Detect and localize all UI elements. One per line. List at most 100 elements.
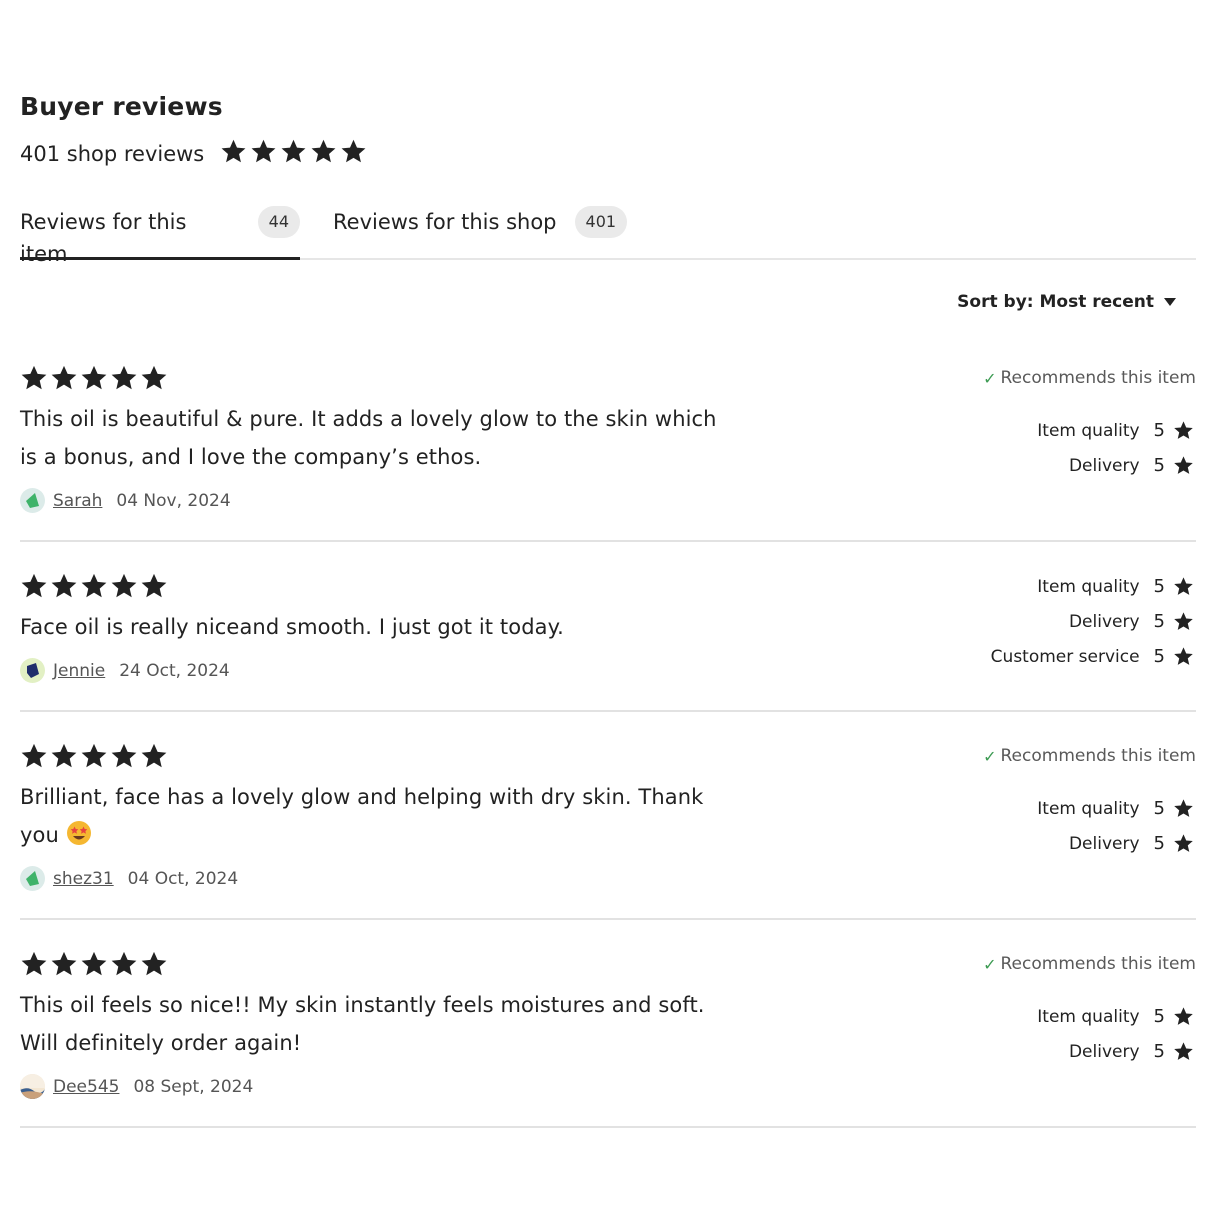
star-icon: [110, 742, 138, 774]
star-icon: [80, 950, 108, 982]
star-icon: [1173, 646, 1194, 667]
review-meta: Jennie 24 Oct, 2024: [20, 658, 230, 683]
review-meta: Dee545 08 Sept, 2024: [20, 1074, 253, 1099]
reviewer-name-link[interactable]: Dee545: [53, 1077, 119, 1097]
rating-row-item-quality: Item quality 5: [991, 569, 1194, 604]
star-icon: [110, 950, 138, 982]
tab-label: Reviews for this item: [20, 210, 187, 266]
avatar[interactable]: [20, 488, 45, 513]
star-icon: [280, 138, 307, 169]
check-icon: ✓: [983, 746, 997, 766]
star-icon: [1173, 576, 1194, 597]
avatar[interactable]: [20, 866, 45, 891]
rating-label: Delivery: [1068, 611, 1140, 632]
review-item: This oil is beautiful & pure. It adds a …: [20, 360, 1196, 542]
rating-row-customer-service: Customer service 5: [991, 639, 1194, 674]
star-icon: [20, 950, 48, 982]
active-tab-indicator: [20, 257, 300, 260]
tab-count-badge: 44: [257, 206, 300, 238]
star-struck-emoji-icon: [66, 820, 92, 846]
star-icon: [50, 742, 78, 774]
rating-label: Item quality: [1037, 1006, 1140, 1027]
rating-value: 5: [1153, 833, 1165, 854]
review-meta: shez31 04 Oct, 2024: [20, 866, 238, 891]
rating-label: Delivery: [1068, 1041, 1140, 1062]
review-text: This oil is beautiful & pure. It adds a …: [20, 407, 717, 469]
rating-value: 5: [1153, 455, 1165, 476]
star-icon: [250, 138, 277, 169]
rating-value: 5: [1153, 1006, 1165, 1027]
star-icon: [1173, 611, 1194, 632]
rating-row-item-quality: Item quality 5: [1037, 791, 1194, 826]
star-icon: [140, 950, 168, 982]
review-text: This oil feels so nice!! My skin instant…: [20, 993, 705, 1055]
rating-row-item-quality: Item quality 5: [1037, 413, 1194, 448]
avatar[interactable]: [20, 658, 45, 683]
recommends-label: Recommends this item: [1000, 954, 1197, 974]
rating-row-delivery: Delivery 5: [1037, 448, 1194, 483]
tab-reviews-shop[interactable]: Reviews for this shop 401: [333, 200, 628, 258]
rating-row-item-quality: Item quality 5: [1037, 999, 1194, 1034]
review-item: Brilliant, face has a lovely glow and he…: [20, 738, 1196, 920]
shop-review-count: 401 shop reviews: [20, 141, 205, 166]
review-tabs: Reviews for this item 44 Reviews for thi…: [20, 200, 1196, 266]
summary-rating-stars: [220, 138, 367, 169]
review-date: 24 Oct, 2024: [119, 660, 230, 681]
review-rating-stars: [20, 742, 168, 774]
star-icon: [50, 364, 78, 396]
review-meta: Sarah 04 Nov, 2024: [20, 488, 231, 513]
reviewer-name-link[interactable]: Jennie: [53, 661, 105, 681]
star-icon: [50, 950, 78, 982]
rating-label: Item quality: [1037, 576, 1140, 597]
caret-down-icon: [1164, 298, 1176, 306]
tab-count-badge: 401: [574, 206, 628, 238]
review-item: Face oil is really niceand smooth. I jus…: [20, 568, 1196, 712]
reviewer-name-link[interactable]: Sarah: [53, 491, 102, 511]
rating-value: 5: [1153, 576, 1165, 597]
star-icon: [1173, 833, 1194, 854]
star-icon: [1173, 455, 1194, 476]
star-icon: [1173, 420, 1194, 441]
review-summary: 401 shop reviews: [20, 138, 367, 169]
rating-value: 5: [1153, 646, 1165, 667]
review-text-content: Brilliant, face has a lovely glow and he…: [20, 785, 704, 847]
review-date: 04 Nov, 2024: [116, 490, 231, 511]
rating-value: 5: [1153, 420, 1165, 441]
reviewer-name-link[interactable]: shez31: [53, 869, 114, 889]
rating-row-delivery: Delivery 5: [1037, 826, 1194, 861]
recommends-label: Recommends this item: [1000, 746, 1197, 766]
review-text: Brilliant, face has a lovely glow and he…: [20, 778, 740, 854]
section-title: Buyer reviews: [20, 92, 223, 121]
star-icon: [1173, 1041, 1194, 1062]
recommends-label: Recommends this item: [1000, 368, 1197, 388]
review-rating-stars: [20, 572, 168, 604]
star-icon: [80, 572, 108, 604]
detailed-ratings: Item quality 5 Delivery 5 Customer servi…: [991, 569, 1194, 674]
star-icon: [80, 364, 108, 396]
star-icon: [20, 364, 48, 396]
tab-reviews-item[interactable]: Reviews for this item 44: [20, 200, 300, 266]
rating-row-delivery: Delivery 5: [1037, 1034, 1194, 1069]
sort-dropdown[interactable]: Sort by: Most recent: [957, 292, 1176, 312]
review-date: 04 Oct, 2024: [127, 868, 239, 889]
detailed-ratings: Item quality 5 Delivery 5: [1037, 791, 1194, 861]
rating-row-delivery: Delivery 5: [991, 604, 1194, 639]
review-text: Face oil is really niceand smooth. I jus…: [20, 615, 564, 639]
avatar[interactable]: [20, 1074, 45, 1099]
review-rating-stars: [20, 950, 168, 982]
review-item: This oil feels so nice!! My skin instant…: [20, 946, 1196, 1128]
recommends-badge: ✓ Recommends this item: [983, 954, 1196, 974]
star-icon: [110, 364, 138, 396]
rating-label: Customer service: [990, 646, 1140, 667]
recommends-badge: ✓ Recommends this item: [983, 746, 1196, 766]
star-icon: [340, 138, 367, 169]
star-icon: [80, 742, 108, 774]
star-icon: [140, 364, 168, 396]
star-icon: [20, 572, 48, 604]
rating-label: Delivery: [1068, 833, 1140, 854]
sort-label: Sort by: Most recent: [957, 292, 1154, 312]
star-icon: [140, 572, 168, 604]
detailed-ratings: Item quality 5 Delivery 5: [1037, 999, 1194, 1069]
rating-value: 5: [1153, 611, 1165, 632]
star-icon: [310, 138, 337, 169]
